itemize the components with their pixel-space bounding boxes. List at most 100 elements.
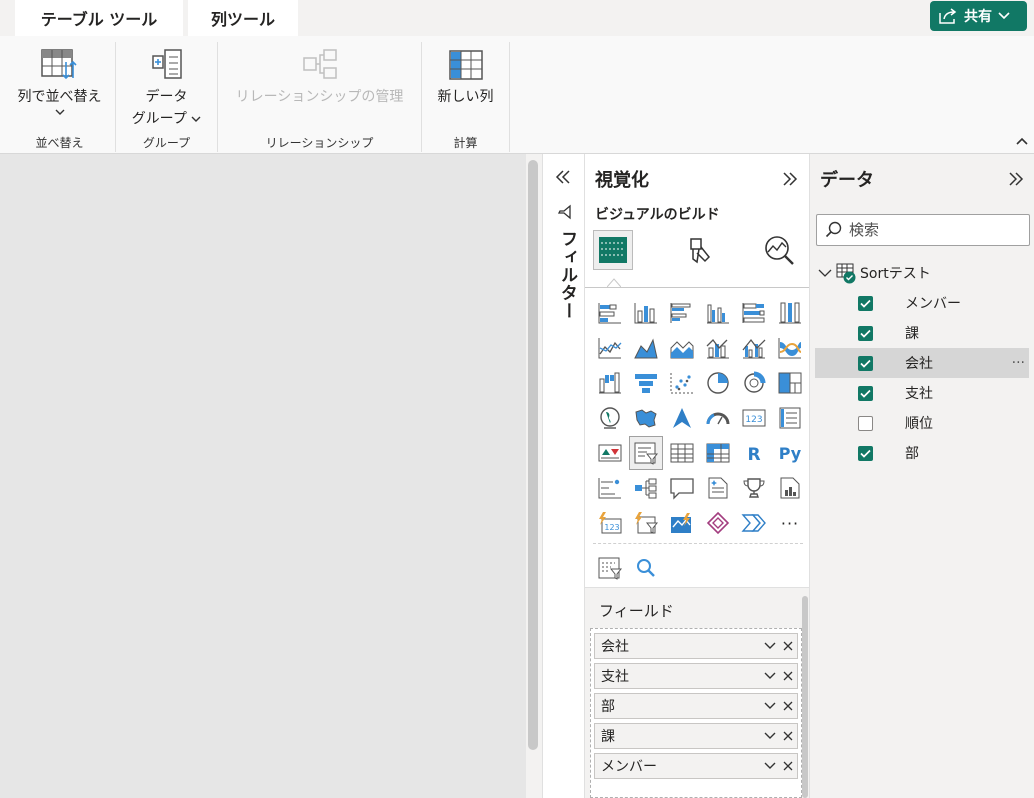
- analytics-icon: [765, 236, 794, 265]
- expand-filters-button[interactable]: [552, 166, 574, 188]
- filters-title[interactable]: フィルター: [555, 230, 580, 320]
- field-checkbox[interactable]: [858, 325, 873, 341]
- fields-drop-zone[interactable]: 会社 支社 部 課 メンバー: [590, 628, 802, 798]
- filled-map-icon[interactable]: [629, 401, 663, 435]
- treemap-icon[interactable]: [773, 366, 807, 400]
- kpi-icon[interactable]: [593, 436, 627, 470]
- field-well-item[interactable]: メンバー: [594, 753, 798, 779]
- power-apps-card-icon[interactable]: 123: [593, 506, 627, 540]
- field-item[interactable]: 部: [815, 438, 1029, 468]
- field-item[interactable]: 順位: [815, 408, 1029, 438]
- field-well-item[interactable]: 支社: [594, 663, 798, 689]
- multi-row-card-icon[interactable]: [773, 401, 807, 435]
- sort-by-column-icon: [40, 49, 77, 80]
- clustered-bar-chart-icon[interactable]: [665, 296, 699, 330]
- azure-maps-gallery-icon[interactable]: [665, 506, 699, 540]
- close-icon[interactable]: [779, 667, 797, 685]
- table-visual-icon[interactable]: [665, 436, 699, 470]
- field-item[interactable]: 支社: [815, 378, 1029, 408]
- tab-table-tools[interactable]: テーブル ツール: [15, 0, 183, 36]
- search-visual-icon[interactable]: [629, 551, 663, 585]
- stacked-area-chart-icon[interactable]: [665, 331, 699, 365]
- decomposition-tree-icon[interactable]: [629, 471, 663, 505]
- area-chart-icon[interactable]: [629, 331, 663, 365]
- field-well-item[interactable]: 会社: [594, 633, 798, 659]
- sort-by-column-button[interactable]: 列で並べ替え: [4, 48, 115, 116]
- tab-column-tools[interactable]: 列ツール: [188, 0, 298, 39]
- metrics-trophy-icon[interactable]: [737, 471, 771, 505]
- double-chevron-left-icon: [555, 170, 570, 184]
- collapse-visualizations-button[interactable]: [779, 168, 801, 190]
- card-icon[interactable]: 123: [737, 401, 771, 435]
- format-visual-tab[interactable]: [678, 230, 718, 270]
- field-checkbox[interactable]: [858, 355, 873, 371]
- chevron-down-icon[interactable]: [761, 757, 779, 775]
- manage-relationships-button[interactable]: リレーションシップの管理: [218, 48, 421, 108]
- clustered-column-chart-icon[interactable]: [701, 296, 735, 330]
- chevron-down-icon[interactable]: [761, 727, 779, 745]
- pie-chart-icon[interactable]: [701, 366, 735, 400]
- gauge-icon[interactable]: [701, 401, 735, 435]
- slicer-icon[interactable]: [629, 436, 663, 470]
- share-button[interactable]: 共有: [930, 1, 1027, 31]
- matrix-icon[interactable]: [701, 436, 735, 470]
- field-item[interactable]: 会社 ···: [815, 348, 1029, 378]
- smart-narrative-icon[interactable]: [701, 471, 735, 505]
- data-search-box: [816, 214, 1030, 246]
- field-item[interactable]: メンバー: [815, 288, 1029, 318]
- data-search-input[interactable]: [849, 221, 1019, 239]
- new-column-button[interactable]: 新しい列: [422, 48, 509, 108]
- field-well-item[interactable]: 部: [594, 693, 798, 719]
- field-checkbox[interactable]: [858, 445, 873, 461]
- r-script-visual-icon[interactable]: R: [737, 436, 771, 470]
- power-apps-slicer-icon[interactable]: [629, 506, 663, 540]
- report-canvas[interactable]: [0, 154, 526, 798]
- field-more-options-button[interactable]: ···: [1012, 355, 1025, 371]
- more-visuals-button[interactable]: ···: [773, 506, 807, 540]
- 100-stacked-column-chart-icon[interactable]: [773, 296, 807, 330]
- analytics-tab[interactable]: [759, 230, 799, 270]
- python-visual-icon[interactable]: Py: [773, 436, 807, 470]
- 100-stacked-bar-chart-icon[interactable]: [737, 296, 771, 330]
- map-icon[interactable]: [593, 401, 627, 435]
- fields-label: フィールド: [599, 602, 674, 620]
- line-and-clustered-column-chart-icon[interactable]: [737, 331, 771, 365]
- donut-chart-icon[interactable]: [737, 366, 771, 400]
- field-checkbox[interactable]: [858, 415, 873, 431]
- field-checkbox[interactable]: [858, 295, 873, 311]
- field-wells-scrollbar[interactable]: [802, 596, 808, 798]
- waterfall-chart-icon[interactable]: [593, 366, 627, 400]
- close-icon[interactable]: [779, 637, 797, 655]
- power-automate-icon[interactable]: [737, 506, 771, 540]
- chevron-down-icon[interactable]: [761, 637, 779, 655]
- azure-map-icon[interactable]: [665, 401, 699, 435]
- ribbon-chart-icon[interactable]: [773, 331, 807, 365]
- custom-visual-slicer-icon[interactable]: [593, 551, 627, 585]
- stacked-column-chart-icon[interactable]: [629, 296, 663, 330]
- build-visual-tab[interactable]: [593, 230, 633, 270]
- collapse-data-button[interactable]: [1005, 168, 1027, 190]
- field-item[interactable]: 課: [815, 318, 1029, 348]
- close-icon[interactable]: [779, 757, 797, 775]
- key-influencers-icon[interactable]: [593, 471, 627, 505]
- line-and-column-chart-icon[interactable]: [701, 331, 735, 365]
- scatter-chart-icon[interactable]: [665, 366, 699, 400]
- field-well-item[interactable]: 課: [594, 723, 798, 749]
- close-icon[interactable]: [779, 697, 797, 715]
- canvas-scrollbar[interactable]: [528, 160, 538, 750]
- chevron-down-icon[interactable]: [761, 667, 779, 685]
- qa-visual-icon[interactable]: [665, 471, 699, 505]
- funnel-chart-icon[interactable]: [629, 366, 663, 400]
- collapse-ribbon-button[interactable]: [1013, 132, 1031, 150]
- table-node[interactable]: Sortテスト: [818, 262, 931, 284]
- chevron-down-icon[interactable]: [818, 268, 832, 278]
- power-apps-icon[interactable]: [701, 506, 735, 540]
- paginated-report-icon[interactable]: [773, 471, 807, 505]
- search-icon: [825, 221, 842, 238]
- field-checkbox[interactable]: [858, 385, 873, 401]
- line-chart-icon[interactable]: [593, 331, 627, 365]
- chevron-down-icon[interactable]: [761, 697, 779, 715]
- stacked-bar-chart-icon[interactable]: [593, 296, 627, 330]
- close-icon[interactable]: [779, 727, 797, 745]
- data-group-button[interactable]: データ グループ: [116, 48, 217, 130]
